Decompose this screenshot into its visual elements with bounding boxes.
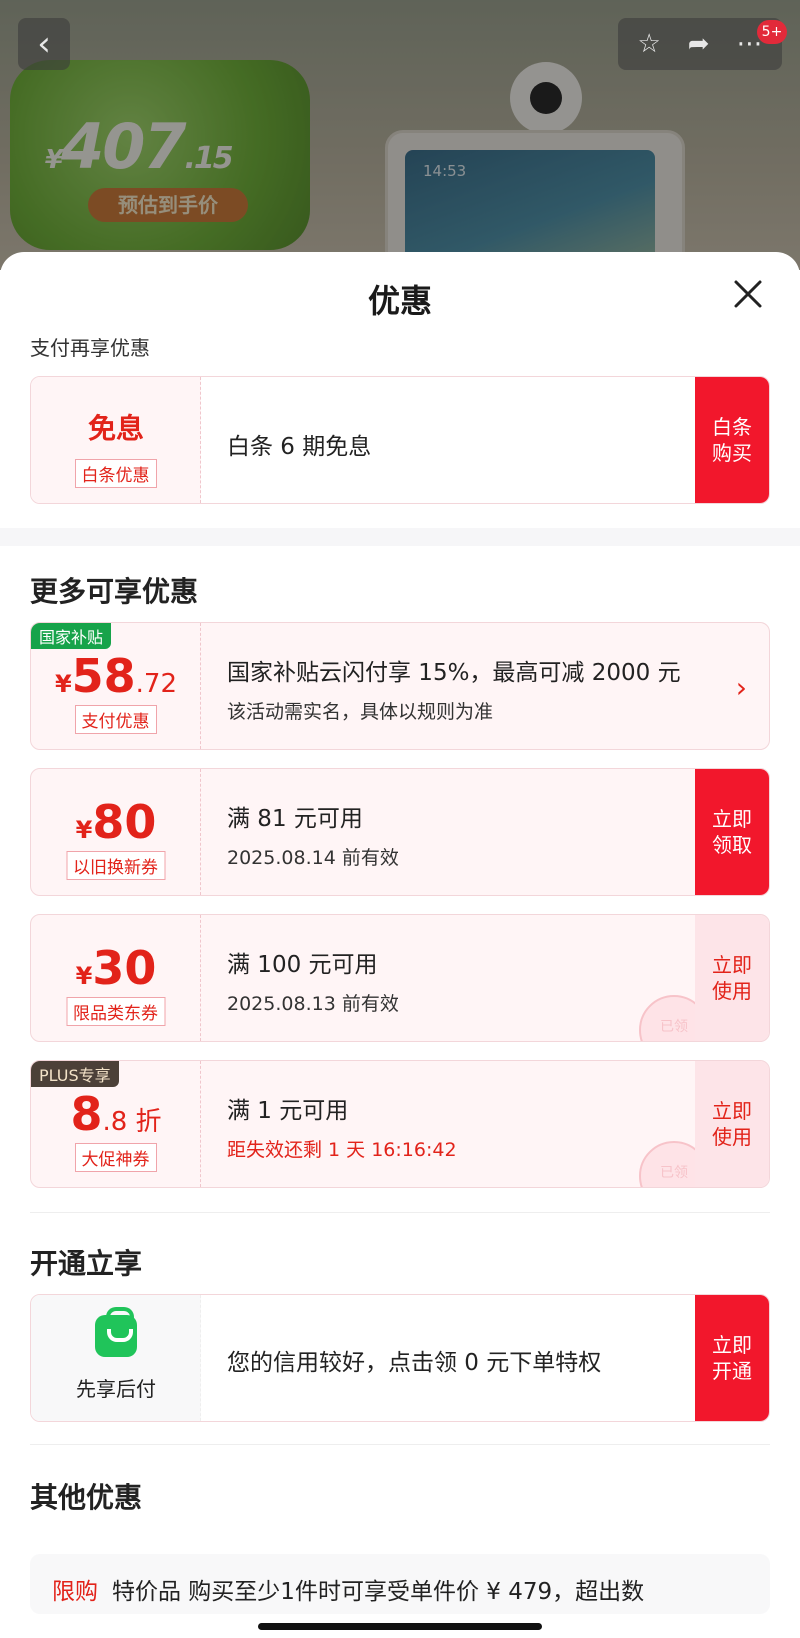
card-amount: ¥80	[75, 795, 157, 849]
limit-offer-text: 特价品 购买至少1件时可享受单件价 ¥ 479，超出数	[112, 1579, 645, 1605]
card-left: ¥30 限品类东券	[31, 915, 201, 1041]
divider	[30, 1212, 770, 1213]
card-mid: 满 1 元可用 距失效还剩 1 天 16:16:42	[227, 1061, 689, 1187]
baitiao-buy-button[interactable]: 白条 购买	[695, 377, 769, 503]
card-tag: 大促神券	[74, 1143, 157, 1172]
shopping-bag-icon	[95, 1307, 137, 1357]
card-line1: 满 1 元可用	[227, 1098, 349, 1124]
card-mid: 满 81 元可用 2025.08.14 前有效	[227, 769, 689, 895]
card-tag: 白条优惠	[74, 459, 157, 488]
claim-button[interactable]: 立即 领取	[695, 769, 769, 895]
card-left: 先享后付	[31, 1295, 201, 1421]
card-mid: 您的信用较好，点击领 0 元下单特权	[227, 1295, 689, 1421]
card-mid: 白条 6 期免息	[227, 377, 689, 503]
coupon-card-tradein[interactable]: ¥80 以旧换新券 满 81 元可用 2025.08.14 前有效 立即 领取	[30, 768, 770, 896]
limit-tag: 限购	[52, 1579, 98, 1605]
baitiao-card[interactable]: 免息 白条优惠 白条 6 期免息 白条 购买	[30, 376, 770, 504]
card-left: 免息 白条优惠	[31, 377, 201, 503]
offers-sheet: 优惠 支付再享优惠 免息 白条优惠 白条 6 期免息 白条 购买 更多可享优惠 ¥…	[0, 252, 800, 1638]
divider	[30, 1444, 770, 1445]
countdown-text: 距失效还剩 1 天 16:16:42	[227, 1139, 457, 1161]
back-button[interactable]: ‹	[18, 18, 70, 70]
card-mid: 满 100 元可用 2025.08.13 前有效	[227, 915, 689, 1041]
home-indicator[interactable]	[258, 1623, 542, 1630]
other-section-title: 其他优惠	[30, 1481, 143, 1514]
open-section-title: 开通立享	[30, 1247, 143, 1280]
card-line2: 该活动需实名，具体以规则为准	[227, 701, 494, 723]
card-line1: 白条 6 期免息	[227, 434, 372, 460]
pay-later-card[interactable]: 先享后付 您的信用较好，点击领 0 元下单特权 立即 开通	[30, 1294, 770, 1422]
activate-button[interactable]: 立即 开通	[695, 1295, 769, 1421]
card-left: ¥80 以旧换新券	[31, 769, 201, 895]
close-icon[interactable]	[730, 276, 766, 312]
back-icon: ‹	[37, 24, 51, 64]
star-icon[interactable]: ☆	[637, 29, 660, 59]
notification-badge: 5+	[757, 20, 787, 44]
plus-corner-badge: PLUS专享	[31, 1061, 119, 1087]
coupon-card-plus[interactable]: 8.8 折 大促神券 PLUS专享 满 1 元可用 距失效还剩 1 天 16:1…	[30, 1060, 770, 1188]
pay-section-label: 支付再享优惠	[30, 336, 150, 360]
share-icon[interactable]: ➦	[688, 29, 710, 59]
card-tag: 限品类东券	[66, 997, 165, 1026]
card-line1: 满 100 元可用	[227, 952, 378, 978]
card-line1: 满 81 元可用	[227, 806, 363, 832]
card-line1: 国家补贴云闪付享 15%，最高可减 2000 元	[227, 660, 681, 686]
coupon-card-subsidy[interactable]: ¥58.72 支付优惠 国家补贴 国家补贴云闪付享 15%，最高可减 2000 …	[30, 622, 770, 750]
pay-later-label: 先享后付	[76, 1377, 156, 1401]
card-big: 免息	[87, 412, 144, 445]
sheet-title: 优惠	[367, 282, 432, 320]
card-amount: ¥58.72	[54, 649, 178, 703]
card-amount: 8.8 折	[70, 1087, 162, 1141]
card-line1: 您的信用较好，点击领 0 元下单特权	[227, 1350, 602, 1376]
more-section-title: 更多可享优惠	[30, 575, 199, 608]
use-button[interactable]: 立即 使用	[695, 1061, 769, 1187]
section-divider	[0, 528, 800, 546]
card-tag: 支付优惠	[74, 705, 157, 734]
subsidy-corner-badge: 国家补贴	[31, 623, 112, 649]
limit-offer-row[interactable]: 限购 特价品 购买至少1件时可享受单件价 ¥ 479，超出数	[30, 1554, 770, 1614]
card-amount: ¥30	[75, 941, 157, 995]
chevron-right-icon[interactable]: ›	[736, 671, 747, 704]
card-mid: 国家补贴云闪付享 15%，最高可减 2000 元 该活动需实名，具体以规则为准	[227, 623, 729, 749]
card-line2: 2025.08.13 前有效	[227, 993, 399, 1015]
coupon-card-category[interactable]: ¥30 限品类东券 满 100 元可用 2025.08.13 前有效 已领 立即…	[30, 914, 770, 1042]
use-button[interactable]: 立即 使用	[695, 915, 769, 1041]
card-line2: 2025.08.14 前有效	[227, 847, 399, 869]
card-tag: 以旧换新券	[66, 851, 165, 880]
